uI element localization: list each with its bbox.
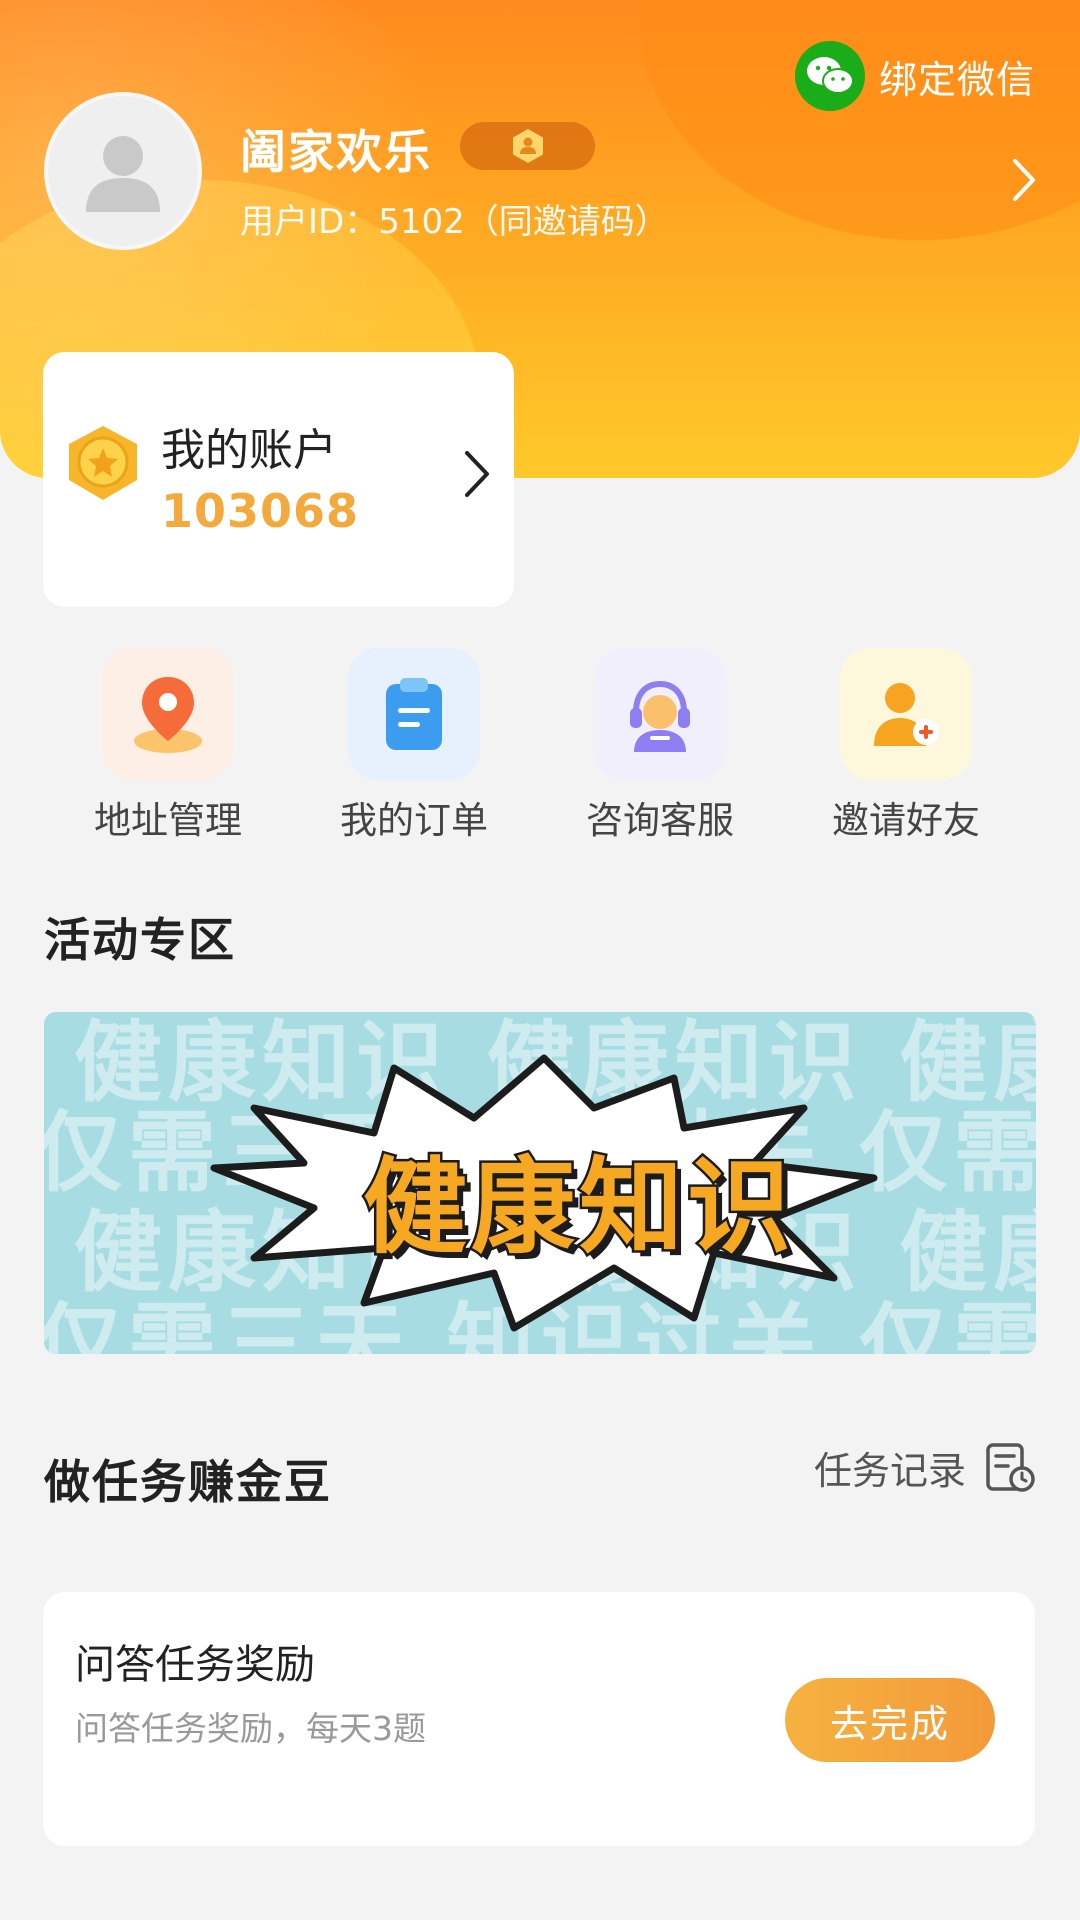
customer-service-icon	[594, 648, 726, 780]
health-knowledge-banner[interactable]: 健康知识 健康知识 健康知识 仅需三天 知识过关 仅需三天 健康知识 健康知识 …	[44, 1012, 1036, 1354]
task-record-link[interactable]: 任务记录	[814, 1440, 1036, 1495]
menu-label: 邀请好友	[832, 799, 980, 842]
wechat-icon	[794, 41, 865, 111]
menu-invite-friends[interactable]: 邀请好友	[806, 648, 1006, 842]
add-friend-icon	[840, 648, 972, 780]
member-hexagon-icon	[512, 129, 543, 163]
quick-menu: 地址管理 我的订单 咨询客服 邀请好友	[0, 648, 1080, 842]
default-avatar-icon	[86, 136, 160, 212]
user-id-text: 用户ID：5102（同邀请码）	[240, 202, 669, 242]
bind-wechat-button[interactable]: 绑定微信	[794, 40, 1035, 112]
tasks-section-title: 做任务赚金豆	[44, 1455, 332, 1509]
complete-task-button[interactable]: 去完成	[785, 1678, 995, 1762]
menu-address-management[interactable]: 地址管理	[68, 648, 268, 842]
menu-my-orders[interactable]: 我的订单	[314, 648, 514, 842]
menu-label: 咨询客服	[586, 799, 734, 842]
menu-customer-service[interactable]: 咨询客服	[560, 648, 760, 842]
avatar[interactable]	[44, 92, 202, 250]
bind-wechat-label: 绑定微信	[878, 57, 1035, 102]
banner-headline: 健康知识	[360, 1144, 795, 1271]
menu-label: 地址管理	[94, 799, 242, 842]
task-card: 问答任务奖励 问答任务奖励，每天3题 去完成	[43, 1592, 1035, 1846]
task-title: 问答任务奖励	[75, 1642, 315, 1688]
member-level-badge	[460, 122, 595, 170]
task-record-icon	[986, 1442, 1035, 1492]
task-description: 问答任务奖励，每天3题	[75, 1709, 426, 1748]
task-record-label: 任务记录	[813, 1449, 966, 1493]
account-title: 我的账户	[161, 425, 337, 476]
clipboard-icon	[348, 648, 480, 780]
location-pin-icon	[102, 648, 234, 780]
username: 阖家欢乐	[240, 125, 432, 179]
account-balance: 103068	[161, 484, 360, 538]
chevron-right-icon	[462, 448, 492, 504]
my-account-card[interactable]: 我的账户 103068	[43, 352, 514, 607]
gold-medal-icon	[63, 424, 143, 508]
profile-chevron-right-icon[interactable]	[1010, 156, 1038, 208]
menu-label: 我的订单	[340, 799, 488, 842]
activity-section-title: 活动专区	[44, 913, 236, 967]
